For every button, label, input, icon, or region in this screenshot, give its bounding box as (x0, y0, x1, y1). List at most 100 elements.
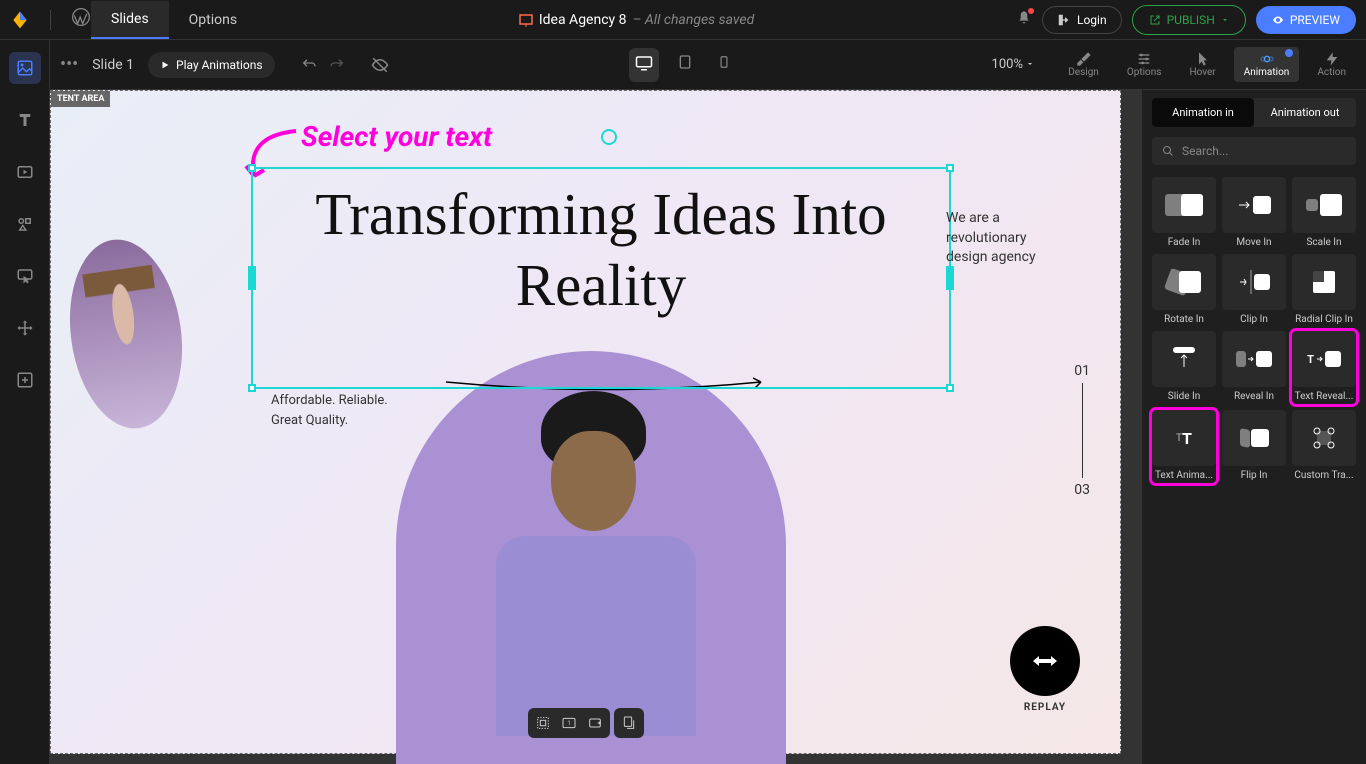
anim-move-in[interactable]: Move In (1222, 177, 1286, 248)
animation-out-tab[interactable]: Animation out (1254, 98, 1356, 127)
paintbrush-icon (1076, 51, 1092, 67)
more-menu-icon[interactable]: ••• (60, 54, 78, 75)
zoom-label[interactable]: 100% (992, 57, 1035, 72)
selection-handle[interactable] (248, 266, 256, 290)
selection-handle[interactable] (248, 384, 256, 392)
redo-icon[interactable] (329, 57, 345, 73)
animation-badge (1285, 49, 1293, 57)
tablet-device-icon[interactable] (671, 48, 699, 82)
visibility-toggle-icon[interactable] (371, 56, 389, 74)
animation-panel: Animation in Animation out Search... Fad… (1141, 90, 1366, 764)
selection-handle[interactable] (946, 266, 954, 290)
anim-reveal-in[interactable]: Reveal In (1222, 331, 1286, 404)
text-tool-icon[interactable] (9, 104, 41, 136)
page-num-3: 03 (1074, 482, 1090, 498)
doc-title-text: Idea Agency 8 (539, 12, 627, 28)
login-label: Login (1077, 13, 1107, 27)
anim-text-reveal[interactable]: TText Reveal... (1292, 331, 1356, 404)
selection-handle[interactable] (946, 384, 954, 392)
canvas-area[interactable]: TENT AREA Select your text Transforming … (50, 90, 1141, 764)
content-area-tag: TENT AREA (51, 91, 110, 107)
second-bar: ••• Slide 1 Play Animations 100% Design … (50, 40, 1366, 90)
chevron-down-icon (1221, 16, 1229, 24)
image-tool-icon[interactable] (9, 52, 41, 84)
export-icon[interactable] (586, 714, 604, 732)
notifications-icon[interactable] (1016, 10, 1032, 30)
anim-scale-in[interactable]: Scale In (1292, 177, 1356, 248)
animation-in-tab[interactable]: Animation in (1152, 98, 1254, 127)
annotation-text: Select your text (301, 120, 492, 153)
headline-text[interactable]: Transforming Ideas Into Reality (253, 169, 949, 331)
animation-icon (1259, 51, 1275, 67)
anim-custom-transition[interactable]: Custom Tra... (1292, 410, 1356, 483)
saved-indicator: – All changes saved (633, 12, 755, 28)
search-icon (1162, 145, 1174, 157)
topbar-right: Login PUBLISH PREVIEW (1016, 5, 1356, 35)
anim-clip-in[interactable]: Clip In (1222, 254, 1286, 325)
add-tool-icon[interactable] (9, 364, 41, 396)
logo-group (10, 7, 91, 32)
page-divider (1082, 383, 1083, 478)
anim-rotate-in[interactable]: Rotate In (1152, 254, 1216, 325)
video-tool-icon[interactable] (9, 156, 41, 188)
replay-button[interactable]: REPLAY (1010, 626, 1080, 713)
copy-icon[interactable] (620, 714, 638, 732)
divider (50, 10, 51, 30)
lightning-icon (1324, 51, 1340, 67)
arch-background[interactable] (396, 351, 786, 764)
page-numbers: 01 03 (1074, 363, 1090, 498)
layout-icon[interactable]: 1 (560, 714, 578, 732)
selection-handle[interactable] (248, 164, 256, 172)
document-title: Idea Agency 8 – All changes saved (257, 12, 1016, 28)
play-animations-label: Play Animations (176, 58, 263, 72)
cursor-icon (1195, 51, 1211, 67)
tab-slides[interactable]: Slides (91, 1, 169, 39)
animation-grid: Fade In Move In Scale In Rotate In Clip … (1152, 177, 1356, 483)
preview-label: PREVIEW (1290, 13, 1340, 27)
design-tool[interactable]: Design (1058, 47, 1109, 82)
publish-icon (1149, 14, 1161, 26)
action-tool[interactable]: Action (1307, 47, 1356, 82)
move-tool-icon[interactable] (9, 312, 41, 344)
selection-handle[interactable] (946, 164, 954, 172)
anim-radial-clip-in[interactable]: Radial Clip In (1292, 254, 1356, 325)
toolbar-group (614, 708, 644, 738)
login-button[interactable]: Login (1042, 6, 1122, 34)
play-animations-button[interactable]: Play Animations (148, 52, 275, 78)
anim-slide-in[interactable]: Slide In (1152, 331, 1216, 404)
mobile-device-icon[interactable] (711, 48, 737, 82)
text-selection-box[interactable]: Transforming Ideas Into Reality (251, 167, 951, 389)
hover-tool[interactable]: Hover (1179, 47, 1225, 82)
left-rail (0, 40, 50, 764)
desktop-device-icon[interactable] (629, 48, 659, 82)
rotate-handle[interactable] (601, 129, 617, 145)
device-preview-icons (629, 48, 737, 82)
chevron-down-icon (1026, 60, 1034, 68)
container-icon[interactable] (534, 714, 552, 732)
options-tool[interactable]: Options (1117, 47, 1172, 82)
shapes-tool-icon[interactable] (9, 208, 41, 240)
anim-flip-in[interactable]: Flip In (1222, 410, 1286, 483)
page-num-1: 01 (1074, 363, 1090, 379)
wordpress-icon[interactable] (71, 7, 91, 32)
app-logo-icon (10, 10, 30, 30)
preview-button[interactable]: PREVIEW (1256, 6, 1356, 34)
replay-circle[interactable] (1010, 626, 1080, 696)
anim-fade-in[interactable]: Fade In (1152, 177, 1216, 248)
top-bar: Slides Options Idea Agency 8 – All chang… (0, 0, 1366, 40)
canvas[interactable]: TENT AREA Select your text Transforming … (50, 90, 1121, 754)
publish-button[interactable]: PUBLISH (1132, 5, 1246, 35)
presentation-icon (519, 13, 533, 27)
animation-search[interactable]: Search... (1152, 137, 1356, 165)
tab-options[interactable]: Options (169, 2, 257, 38)
secondbar-right: 100% Design Options Hover Animation Acti… (992, 47, 1356, 82)
interactive-tool-icon[interactable] (9, 260, 41, 292)
animation-tool[interactable]: Animation (1234, 47, 1300, 82)
oval-photo[interactable] (58, 232, 193, 435)
login-icon (1057, 13, 1071, 27)
slide-label: Slide 1 (92, 57, 134, 73)
undo-icon[interactable] (301, 57, 317, 73)
subtext[interactable]: Affordable. Reliable. Great Quality. (271, 391, 388, 430)
sidetext[interactable]: We are a revolutionary design agency (946, 209, 1066, 268)
anim-text-animation[interactable]: TTText Anima... (1152, 410, 1216, 483)
